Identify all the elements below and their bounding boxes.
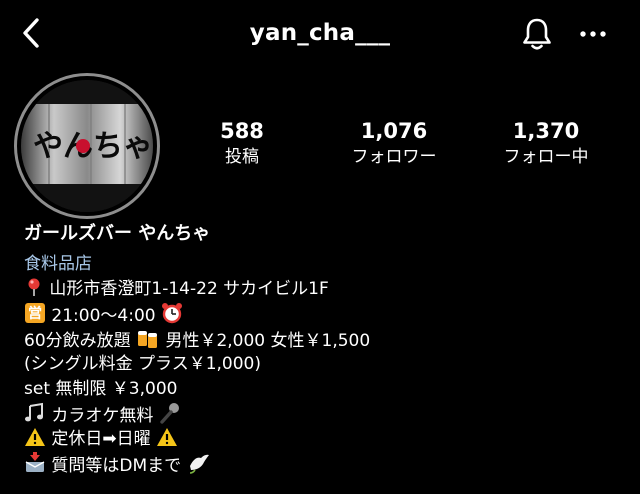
beer-mugs-icon (138, 331, 158, 348)
music-notes-icon (25, 402, 43, 422)
more-horizontal-icon (580, 31, 606, 37)
following-count: 1,370 (512, 119, 580, 143)
bio-hours-line: 営 21:00～4:00 (24, 302, 624, 327)
bio-address: 山形市香澄町1-14-22 サカイビル1F (49, 279, 329, 299)
top-bar: yan_cha___ (0, 0, 640, 64)
stat-followers[interactable]: 1,076 フォロワー (339, 118, 449, 169)
bio-dm-line: 質問等はDMまで (24, 452, 624, 477)
bio-holiday-line: 定休日➡日曜 (24, 427, 624, 452)
microphone-icon (160, 403, 179, 424)
bio-dm: 質問等はDMまで (51, 456, 182, 476)
bio-single-fee: (シングル料金 プラス￥1,000) (24, 354, 261, 374)
bio-display-name: ガールズバー やんちゃ (24, 223, 211, 244)
alarm-clock-icon (161, 303, 182, 324)
notifications-button[interactable] (518, 14, 556, 54)
stat-posts[interactable]: 588 投稿 (192, 118, 292, 169)
business-sign-icon: 営 (25, 303, 45, 323)
bio-address-line: 山形市香澄町1-14-22 サカイビル1F (24, 277, 624, 302)
profile-bio: ガールズバー やんちゃ 食料品店 山形市香澄町1-14-22 サカイビル1F 営… (24, 222, 624, 477)
followers-count: 1,076 (360, 119, 428, 143)
warning-icon (25, 428, 45, 446)
posts-label: 投稿 (225, 147, 259, 167)
inbox-tray-icon (25, 452, 45, 472)
bio-karaoke-line: カラオケ無料 (24, 402, 624, 427)
profile-avatar[interactable]: やんちゃ (14, 73, 160, 219)
avatar-photo: やんちゃ (21, 80, 153, 212)
bio-karaoke: カラオケ無料 (51, 406, 154, 426)
more-options-button[interactable] (574, 18, 612, 50)
following-label: フォロー中 (503, 147, 589, 167)
warning-icon (157, 428, 178, 446)
bio-hours: 21:00～4:00 (51, 306, 156, 326)
business-sign-text: 営 (28, 305, 42, 322)
bio-holiday: 定休日➡日曜 (51, 429, 151, 449)
followers-label: フォロワー (351, 147, 437, 167)
bio-price-line: 60分飲み放題 男性￥2,000 女性￥1,500 (24, 327, 624, 352)
bio-price-detail: 男性￥2,000 女性￥1,500 (165, 331, 371, 351)
pin-icon (28, 278, 40, 296)
dove-icon (189, 454, 209, 474)
bio-price-plan: 60分飲み放題 (24, 331, 131, 351)
bell-icon (523, 18, 551, 50)
posts-count: 588 (220, 119, 264, 143)
avatar-sign-text: やんちゃ (33, 129, 153, 164)
bio-category-link[interactable]: 食料品店 (24, 252, 624, 277)
stat-following[interactable]: 1,370 フォロー中 (487, 118, 605, 169)
bio-set-price: set 無制限 ￥3,000 (24, 379, 178, 399)
